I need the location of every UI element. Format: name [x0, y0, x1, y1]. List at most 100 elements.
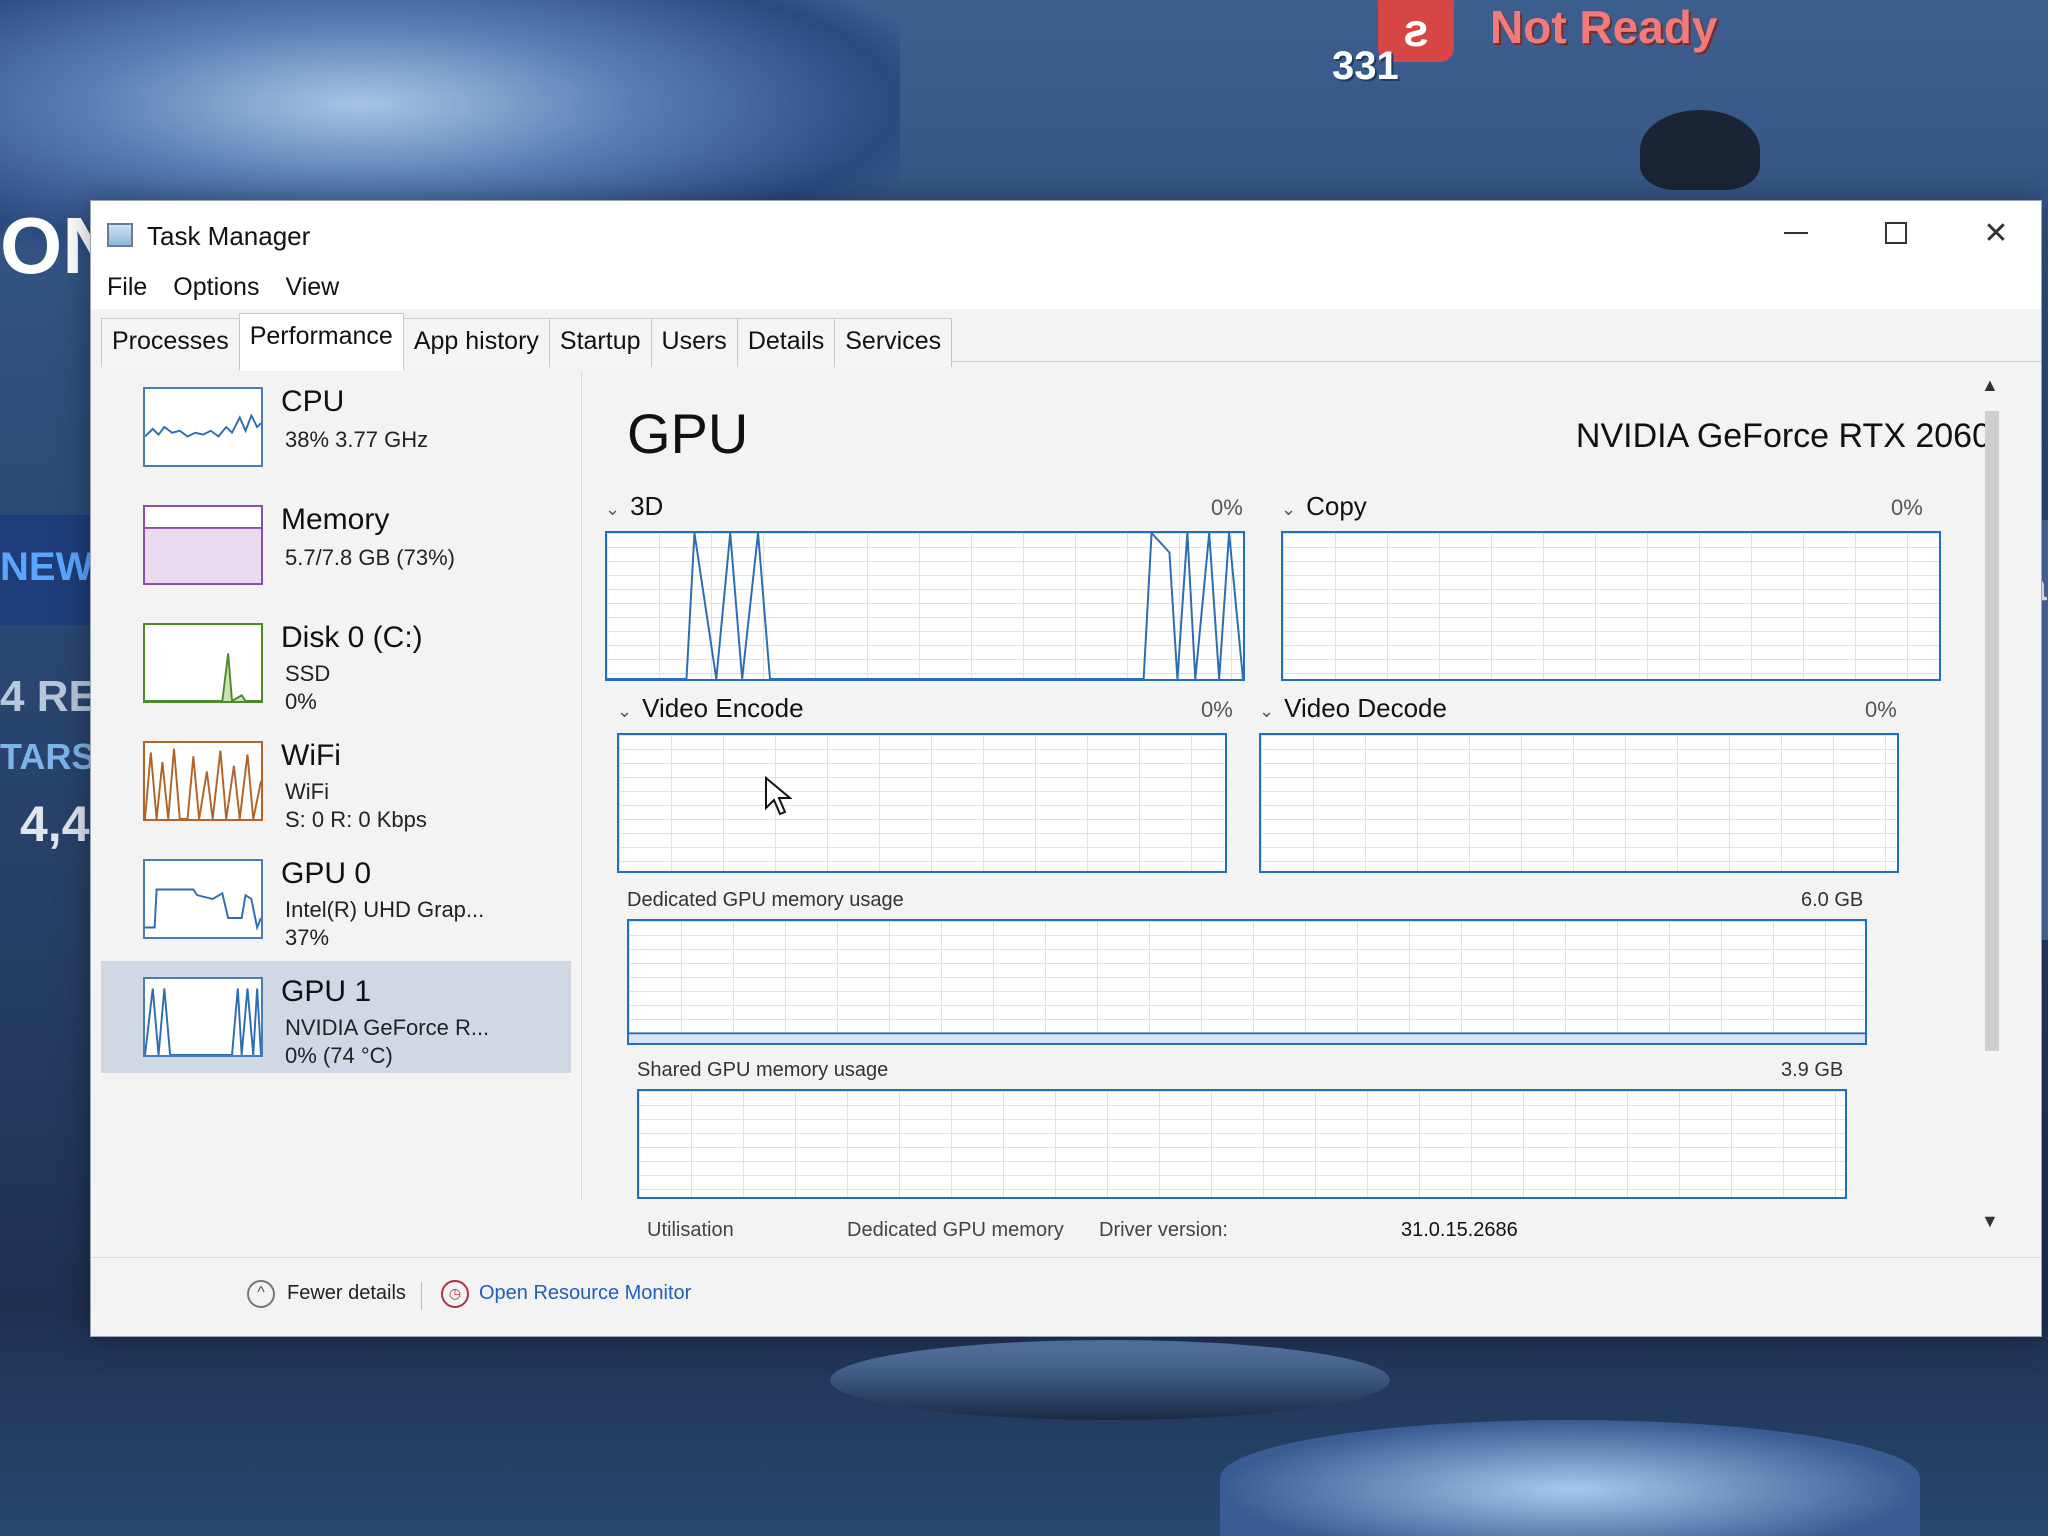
menu-view[interactable]: View	[285, 273, 339, 302]
sidebar-item-cpu[interactable]: CPU 38% 3.77 GHz	[101, 371, 571, 483]
gpu0-graph-icon	[143, 859, 263, 939]
engine-copy-label: Copy	[1306, 491, 1367, 521]
minimize-icon	[1784, 232, 1808, 234]
scroll-up-icon[interactable]: ▲	[1981, 375, 1999, 396]
gpu1-usage: 0% (74 °C)	[285, 1043, 393, 1068]
chevron-down-icon: ⌄	[605, 499, 621, 519]
mouse-cursor-icon	[765, 776, 792, 816]
shared-memory-label: Shared GPU memory usage	[637, 1059, 889, 1081]
menu-options[interactable]: Options	[173, 273, 259, 302]
engine-copy-percent: 0%	[1891, 495, 1923, 520]
maximize-button[interactable]	[1851, 209, 1941, 257]
maximize-icon	[1885, 222, 1907, 244]
chevron-up-circle-icon[interactable]: ^	[247, 1280, 275, 1308]
disk-usage: 0%	[285, 689, 317, 714]
engine-3d-dropdown[interactable]: ⌄ 3D	[605, 491, 663, 522]
dedicated-memory-graph	[627, 919, 1867, 1045]
background-status: Not Ready	[1490, 1, 1718, 53]
cpu-graph-icon	[143, 387, 263, 467]
dedicated-memory-capacity: 6.0 GB	[1801, 889, 1864, 911]
title-bar[interactable]: Task Manager ✕	[91, 201, 2041, 265]
driver-version-value: 31.0.15.2686	[1401, 1219, 1518, 1241]
engine-3d-percent: 0%	[1211, 495, 1243, 520]
background-character	[1640, 110, 1760, 190]
engine-3d-graph	[605, 531, 1245, 681]
sidebar-item-memory[interactable]: Memory 5.7/7.8 GB (73%)	[101, 489, 571, 601]
utilisation-label: Utilisation	[647, 1219, 734, 1241]
resource-monitor-icon[interactable]: ◷	[441, 1280, 469, 1308]
wifi-adapter: WiFi	[285, 779, 329, 804]
open-resource-monitor-link[interactable]: Open Resource Monitor	[479, 1282, 691, 1305]
engine-video-encode-dropdown[interactable]: ⌄ Video Encode	[617, 693, 804, 724]
background-stars-label: TARS	[0, 736, 96, 777]
memory-usage: 5.7/7.8 GB (73%)	[285, 545, 455, 570]
wifi-throughput: S: 0 R: 0 Kbps	[285, 807, 427, 832]
gpu-model-name: NVIDIA GeForce RTX 2060	[1575, 417, 1991, 455]
engine-video-encode-percent: 0%	[1201, 697, 1233, 722]
background-stand	[830, 1340, 1390, 1420]
vertical-scrollbar[interactable]: ▲ ▼	[1977, 371, 2007, 1251]
page-title: GPU	[627, 402, 749, 465]
gpu0-label: GPU 0	[281, 857, 372, 890]
tab-users[interactable]: Users	[650, 318, 738, 367]
sidebar-item-wifi[interactable]: WiFi WiFi S: 0 R: 0 Kbps	[101, 725, 571, 837]
tab-details[interactable]: Details	[736, 318, 836, 367]
chevron-down-icon: ⌄	[1259, 701, 1275, 721]
background-counter: 331	[1332, 44, 1399, 88]
memory-label: Memory	[281, 503, 390, 536]
resource-sidebar: CPU 38% 3.77 GHz Memory 5.7/7.8 GB (73%)…	[101, 371, 582, 1201]
chevron-down-icon: ⌄	[617, 701, 633, 721]
engine-copy-graph	[1281, 531, 1941, 681]
close-button[interactable]: ✕	[1951, 209, 2041, 257]
disk-graph-icon	[143, 623, 263, 703]
disk-type: SSD	[285, 661, 331, 686]
menu-file[interactable]: File	[107, 273, 147, 302]
engine-copy-dropdown[interactable]: ⌄ Copy	[1281, 491, 1367, 522]
task-manager-window: Task Manager ✕ File Options View Process…	[90, 200, 2042, 1337]
engine-video-encode-graph	[617, 733, 1227, 873]
dedicated-gpu-memory-label: Dedicated GPU memory	[847, 1219, 1064, 1241]
close-icon: ✕	[1983, 216, 2009, 250]
engine-video-decode-graph	[1259, 733, 1899, 873]
memory-graph-icon	[143, 505, 263, 585]
gpu0-usage: 37%	[285, 925, 330, 950]
dedicated-memory-label: Dedicated GPU memory usage	[627, 889, 904, 911]
wifi-graph-icon	[143, 741, 263, 821]
driver-version-label: Driver version:	[1099, 1219, 1228, 1241]
task-manager-icon	[107, 223, 133, 247]
tab-startup[interactable]: Startup	[548, 318, 652, 367]
gpu-detail-panel: GPU NVIDIA GeForce RTX 2060 ⌄ 3D 0% ⌄ Copy…	[591, 371, 1991, 1201]
background-new-label: NEW	[0, 545, 94, 589]
wifi-label: WiFi	[281, 739, 341, 772]
sidebar-item-gpu0[interactable]: GPU 0 Intel(R) UHD Grap... 37%	[101, 843, 571, 955]
gpu1-graph-icon	[143, 977, 263, 1057]
tab-processes[interactable]: Processes	[101, 318, 240, 367]
window-title: Task Manager	[147, 221, 311, 251]
engine-3d-label: 3D	[630, 491, 664, 521]
chevron-down-icon: ⌄	[1281, 499, 1297, 519]
minimize-button[interactable]	[1751, 209, 1841, 257]
scroll-down-icon[interactable]: ▼	[1981, 1211, 1999, 1232]
tab-performance[interactable]: Performance	[238, 313, 404, 371]
engine-video-encode-label: Video Encode	[642, 693, 804, 723]
menu-bar: File Options View	[91, 265, 2041, 309]
gpu1-model: NVIDIA GeForce R...	[285, 1015, 490, 1040]
divider	[421, 1282, 422, 1310]
background-platform	[1220, 1420, 1920, 1536]
cpu-usage: 38% 3.77 GHz	[285, 427, 429, 452]
tab-services[interactable]: Services	[834, 318, 953, 367]
tab-app-history[interactable]: App history	[402, 318, 550, 367]
engine-video-decode-percent: 0%	[1865, 697, 1897, 722]
bottom-bar: ^ Fewer details ◷ Open Resource Monitor	[91, 1257, 2041, 1336]
gpu0-model: Intel(R) UHD Grap...	[285, 897, 485, 922]
scroll-thumb[interactable]	[1985, 411, 1999, 1051]
shared-memory-graph	[637, 1089, 1847, 1199]
gpu1-label: GPU 1	[281, 975, 372, 1008]
sidebar-item-gpu1[interactable]: GPU 1 NVIDIA GeForce R... 0% (74 °C)	[101, 961, 571, 1073]
cpu-label: CPU	[281, 385, 345, 418]
engine-video-decode-dropdown[interactable]: ⌄ Video Decode	[1259, 693, 1447, 724]
engine-video-decode-label: Video Decode	[1284, 693, 1447, 723]
sidebar-item-disk[interactable]: Disk 0 (C:) SSD 0%	[101, 607, 571, 719]
disk-label: Disk 0 (C:)	[281, 621, 423, 654]
fewer-details-button[interactable]: Fewer details	[287, 1282, 406, 1305]
